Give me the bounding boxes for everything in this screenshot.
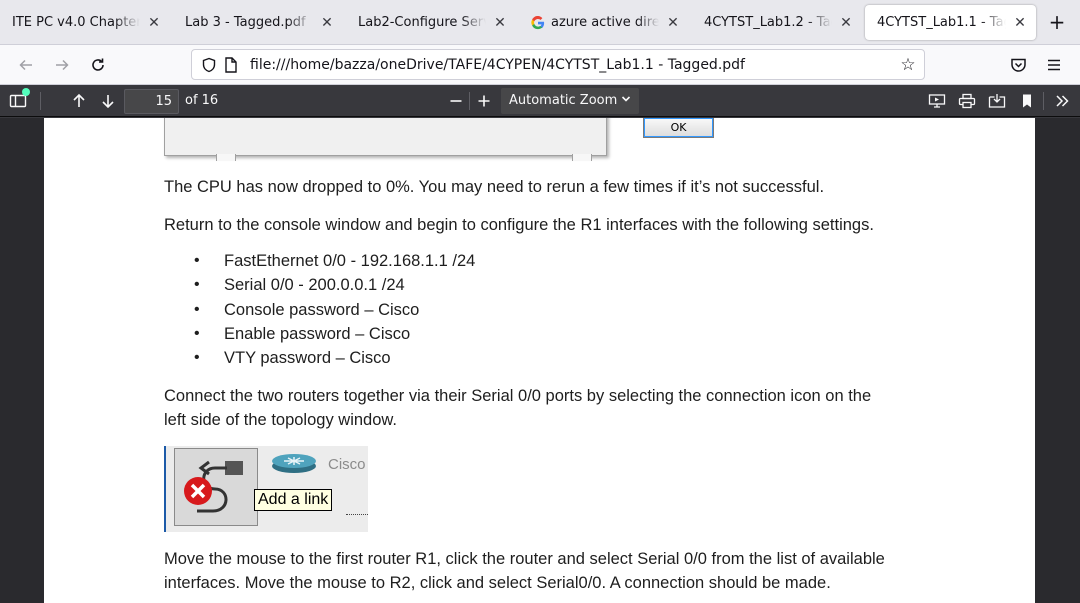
list-item: VTY password – Cisco xyxy=(194,346,475,370)
shield-icon[interactable] xyxy=(200,56,218,74)
dialog-shadow-stub xyxy=(572,154,592,161)
previous-page-button[interactable] xyxy=(66,88,92,114)
reload-icon xyxy=(92,58,104,71)
page-number-input[interactable]: 15 xyxy=(124,89,179,114)
dotted-line xyxy=(346,514,368,516)
minus-icon xyxy=(450,100,462,102)
double-chevron-right-icon xyxy=(1056,95,1069,107)
toolbar-divider xyxy=(1043,92,1044,110)
menu-button[interactable] xyxy=(1041,52,1067,78)
paragraph-connect-line1: Connect the two routers together via the… xyxy=(164,387,872,405)
printer-icon xyxy=(958,93,976,109)
ok-button: OK xyxy=(643,118,714,138)
save-button[interactable] xyxy=(984,88,1010,114)
tab-lab3[interactable]: Lab 3 - Tagged.pdf ✕ xyxy=(173,5,343,40)
tooltip: Add a link xyxy=(254,489,333,511)
tab-lab1-2[interactable]: 4CYTST_Lab1.2 - Tagged ✕ xyxy=(692,5,862,40)
download-icon xyxy=(988,94,1006,108)
presentation-icon xyxy=(928,94,946,108)
link-tool-screenshot: Cisco Add a link xyxy=(164,446,368,532)
tab-azure[interactable]: azure active directory ✕ xyxy=(519,5,689,40)
connection-link-icon xyxy=(184,460,243,513)
bookmark-button[interactable] xyxy=(1014,88,1040,114)
new-tab-button[interactable]: + xyxy=(1046,10,1068,34)
paragraph-move-line1: Move the mouse to the first router R1, c… xyxy=(164,550,885,568)
router-icon xyxy=(272,454,316,473)
tab-label: ITE PC v4.0 Chapter 1 xyxy=(12,15,140,30)
dialog-shadow-stub xyxy=(216,154,236,161)
close-icon[interactable]: ✕ xyxy=(1012,15,1028,31)
device-label: Cisco xyxy=(328,456,366,473)
navigation-bar: file:///home/bazza/oneDrive/TAFE/4CYPEN/… xyxy=(0,45,1080,85)
dialog-screenshot: OK xyxy=(164,118,714,156)
zoom-select[interactable]: Automatic Zoom xyxy=(501,88,639,114)
next-page-button[interactable] xyxy=(95,88,121,114)
sidebar-toggle-button[interactable] xyxy=(5,88,31,114)
arrow-right-icon xyxy=(56,59,69,71)
settings-list: FastEthernet 0/0 - 192.168.1.1 /24 Seria… xyxy=(194,249,475,370)
close-icon[interactable]: ✕ xyxy=(146,15,162,31)
list-item: FastEthernet 0/0 - 192.168.1.1 /24 xyxy=(194,249,475,273)
tools-button[interactable] xyxy=(1049,88,1075,114)
connection-tool-button xyxy=(174,448,258,526)
hamburger-menu-icon xyxy=(1048,59,1060,71)
paragraph-cpu: The CPU has now dropped to 0%. You may n… xyxy=(164,178,825,196)
presentation-mode-button[interactable] xyxy=(924,88,950,114)
pdf-viewer[interactable]: OK The CPU has now dropped to 0%. You ma… xyxy=(0,118,1080,603)
arrow-down-icon xyxy=(102,95,114,109)
tab-label: 4CYTST_Lab1.1 - Tagged xyxy=(877,15,1006,30)
arrow-left-icon xyxy=(19,59,32,71)
tab-label: 4CYTST_Lab1.2 - Tagged xyxy=(704,15,832,30)
paragraph-console: Return to the console window and begin t… xyxy=(164,216,874,234)
toolbar-divider xyxy=(469,92,470,110)
zoom-out-button[interactable] xyxy=(443,88,469,114)
back-button[interactable] xyxy=(13,52,39,78)
list-item: Console password – Cisco xyxy=(194,298,475,322)
zoom-in-button[interactable] xyxy=(471,88,497,114)
toolbar-divider xyxy=(40,92,41,110)
paragraph-connect-line2: left side of the topology window. xyxy=(164,411,397,429)
pocket-icon xyxy=(1010,58,1026,72)
print-button[interactable] xyxy=(954,88,980,114)
chevron-down-icon xyxy=(621,88,631,114)
close-icon[interactable]: ✕ xyxy=(492,15,508,31)
zoom-value: Automatic Zoom xyxy=(509,93,618,108)
bookmark-icon xyxy=(1023,94,1031,108)
tab-ite-pc[interactable]: ITE PC v4.0 Chapter 1 ✕ xyxy=(0,5,170,40)
arrow-up-icon xyxy=(73,93,85,107)
list-item: Serial 0/0 - 200.0.0.1 /24 xyxy=(194,273,475,297)
close-icon[interactable]: ✕ xyxy=(838,15,854,31)
tab-lab2[interactable]: Lab2-Configure Server ✕ xyxy=(346,5,516,40)
address-bar[interactable]: file:///home/bazza/oneDrive/TAFE/4CYPEN/… xyxy=(191,49,925,80)
pocket-button[interactable] xyxy=(1005,52,1031,78)
status-dot xyxy=(22,88,30,96)
plus-icon xyxy=(478,95,490,107)
url-text: file:///home/bazza/oneDrive/TAFE/4CYPEN/… xyxy=(250,56,745,73)
list-item: Enable password – Cisco xyxy=(194,322,475,346)
close-icon[interactable]: ✕ xyxy=(319,15,335,31)
forward-button[interactable] xyxy=(49,52,75,78)
paragraph-move-line2: interfaces. Move the mouse to R2, click … xyxy=(164,574,831,592)
pdf-page: OK The CPU has now dropped to 0%. You ma… xyxy=(44,118,1035,603)
tab-strip: ITE PC v4.0 Chapter 1 ✕ Lab 3 - Tagged.p… xyxy=(0,0,1080,45)
reload-button[interactable] xyxy=(85,52,111,78)
page-icon xyxy=(222,56,240,74)
page-count: of 16 xyxy=(185,93,219,108)
tab-label: Lab 3 - Tagged.pdf xyxy=(185,15,306,30)
tab-lab1-1[interactable]: 4CYTST_Lab1.1 - Tagged ✕ xyxy=(865,5,1036,40)
star-bookmark-icon[interactable]: ☆ xyxy=(898,55,918,75)
tab-label: azure active directory xyxy=(551,15,659,30)
close-icon[interactable]: ✕ xyxy=(665,15,681,31)
pdf-toolbar: 15 of 16 Automatic Zoom xyxy=(0,85,1080,117)
tab-label: Lab2-Configure Server xyxy=(358,15,486,30)
google-icon xyxy=(531,15,545,29)
